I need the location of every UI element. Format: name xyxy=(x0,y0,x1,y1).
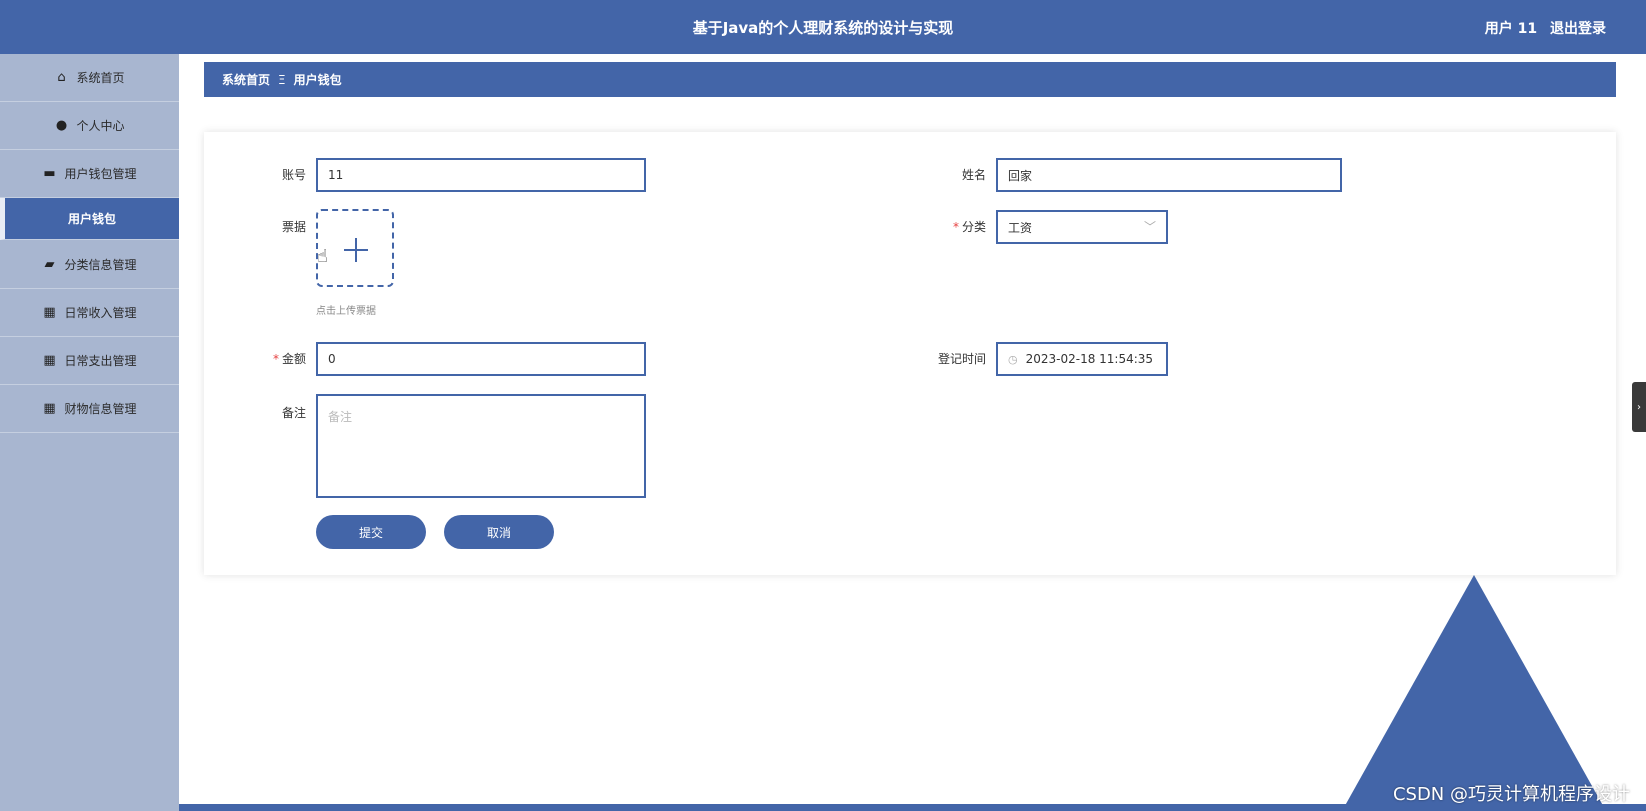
sidebar-item-label: 日常收入管理 xyxy=(64,306,137,320)
home-icon: ⌂ xyxy=(57,70,66,85)
breadcrumb-home[interactable]: 系统首页 xyxy=(222,71,270,88)
decorative-triangle xyxy=(1342,575,1606,811)
watermark: CSDN @巧灵计算机程序设计 xyxy=(1392,784,1630,805)
user-icon: ● xyxy=(55,118,68,133)
amount-label: * 金额 xyxy=(216,350,306,367)
note-placeholder: 备注 xyxy=(328,410,353,424)
required-mark: * xyxy=(272,352,279,366)
amount-field[interactable]: 0 xyxy=(316,342,646,376)
wallet-form: 账号 11 姓名 回家 票据 点击上传票据 * 分类 工资 ﹀ * 金额 0 登记时… xyxy=(204,132,1616,575)
cancel-button[interactable]: 取消 xyxy=(444,515,554,549)
sidebar-item-label: 分类信息管理 xyxy=(64,258,137,272)
side-panel-toggle[interactable]: › xyxy=(1632,382,1646,432)
account-label: 账号 xyxy=(281,168,306,182)
submit-button[interactable]: 提交 xyxy=(316,515,426,549)
app-title: 基于Java的个人理财系统的设计与实现 xyxy=(692,19,954,37)
sidebar-item-home[interactable]: ⌂ 系统首页 xyxy=(0,54,179,102)
note-textarea[interactable]: 备注 xyxy=(316,394,646,498)
upload-hint: 点击上传票据 xyxy=(316,306,376,317)
hand-cursor-icon: ☝ xyxy=(317,246,328,267)
user-area: 用户 11 退出登录 xyxy=(1477,18,1606,38)
sidebar-item-label: 日常支出管理 xyxy=(64,354,137,368)
category-value: 工资 xyxy=(1008,220,1033,235)
sidebar-item-assets-management[interactable]: ▦ 财物信息管理 xyxy=(0,385,179,433)
time-label: 登记时间 xyxy=(937,352,986,366)
breadcrumb-separator: Ξ xyxy=(278,72,286,87)
time-value: 2023-02-18 11:54:35 xyxy=(1025,352,1154,366)
plus-icon-stem xyxy=(355,238,357,262)
name-value: 回家 xyxy=(1008,168,1033,183)
name-field[interactable]: 回家 xyxy=(996,158,1342,192)
top-bar: 基于Java的个人理财系统的设计与实现 用户 11 退出登录 xyxy=(0,0,1646,54)
amount-value: 0 xyxy=(328,352,336,366)
sidebar-item-category-management[interactable]: ▰ 分类信息管理 xyxy=(0,241,179,289)
amount-label-text: 金额 xyxy=(281,352,306,366)
grid-icon: ▦ xyxy=(43,305,56,320)
account-field[interactable]: 11 xyxy=(316,158,646,192)
account-value: 11 xyxy=(328,168,344,182)
sidebar-item-wallet-management[interactable]: ▬ 用户钱包管理 xyxy=(0,150,179,198)
sidebar-item-profile[interactable]: ● 个人中心 xyxy=(0,102,179,150)
sidebar-item-label: 财物信息管理 xyxy=(64,402,137,416)
sidebar: ⌂ 系统首页 ● 个人中心 ▬ 用户钱包管理 用户钱包 ▰ 分类信息管理 ▦ 日… xyxy=(0,54,179,811)
breadcrumb-current: 用户钱包 xyxy=(293,73,342,87)
briefcase-icon: ▰ xyxy=(44,257,55,272)
grid-icon: ▦ xyxy=(43,401,56,416)
logout-link[interactable]: 退出登录 xyxy=(1550,21,1606,37)
name-label: 姓名 xyxy=(961,168,986,182)
sidebar-item-label: 用户钱包 xyxy=(67,212,116,226)
sidebar-item-user-wallet[interactable]: 用户钱包 xyxy=(0,198,179,240)
sidebar-item-label: 系统首页 xyxy=(76,71,125,85)
category-label-text: 分类 xyxy=(961,220,986,234)
sidebar-item-label: 用户钱包管理 xyxy=(64,167,137,181)
time-picker[interactable]: ◷ 2023-02-18 11:54:35 xyxy=(996,342,1168,376)
sidebar-item-expense-management[interactable]: ▦ 日常支出管理 xyxy=(0,337,179,385)
category-select[interactable]: 工资 ﹀ xyxy=(996,210,1168,244)
sidebar-item-label: 个人中心 xyxy=(76,119,125,133)
breadcrumb: 系统首页 Ξ 用户钱包 xyxy=(204,62,1616,97)
username: 用户 11 xyxy=(1484,21,1538,37)
chat-icon: ▬ xyxy=(43,166,56,181)
clock-icon: ◷ xyxy=(1008,352,1018,366)
category-label: * 分类 xyxy=(896,218,986,235)
receipt-label: 票据 xyxy=(281,220,306,234)
note-label: 备注 xyxy=(281,406,306,420)
grid-icon: ▦ xyxy=(43,353,56,368)
sidebar-item-income-management[interactable]: ▦ 日常收入管理 xyxy=(0,289,179,337)
required-mark: * xyxy=(952,220,959,234)
chevron-down-icon: ﹀ xyxy=(1143,220,1156,234)
